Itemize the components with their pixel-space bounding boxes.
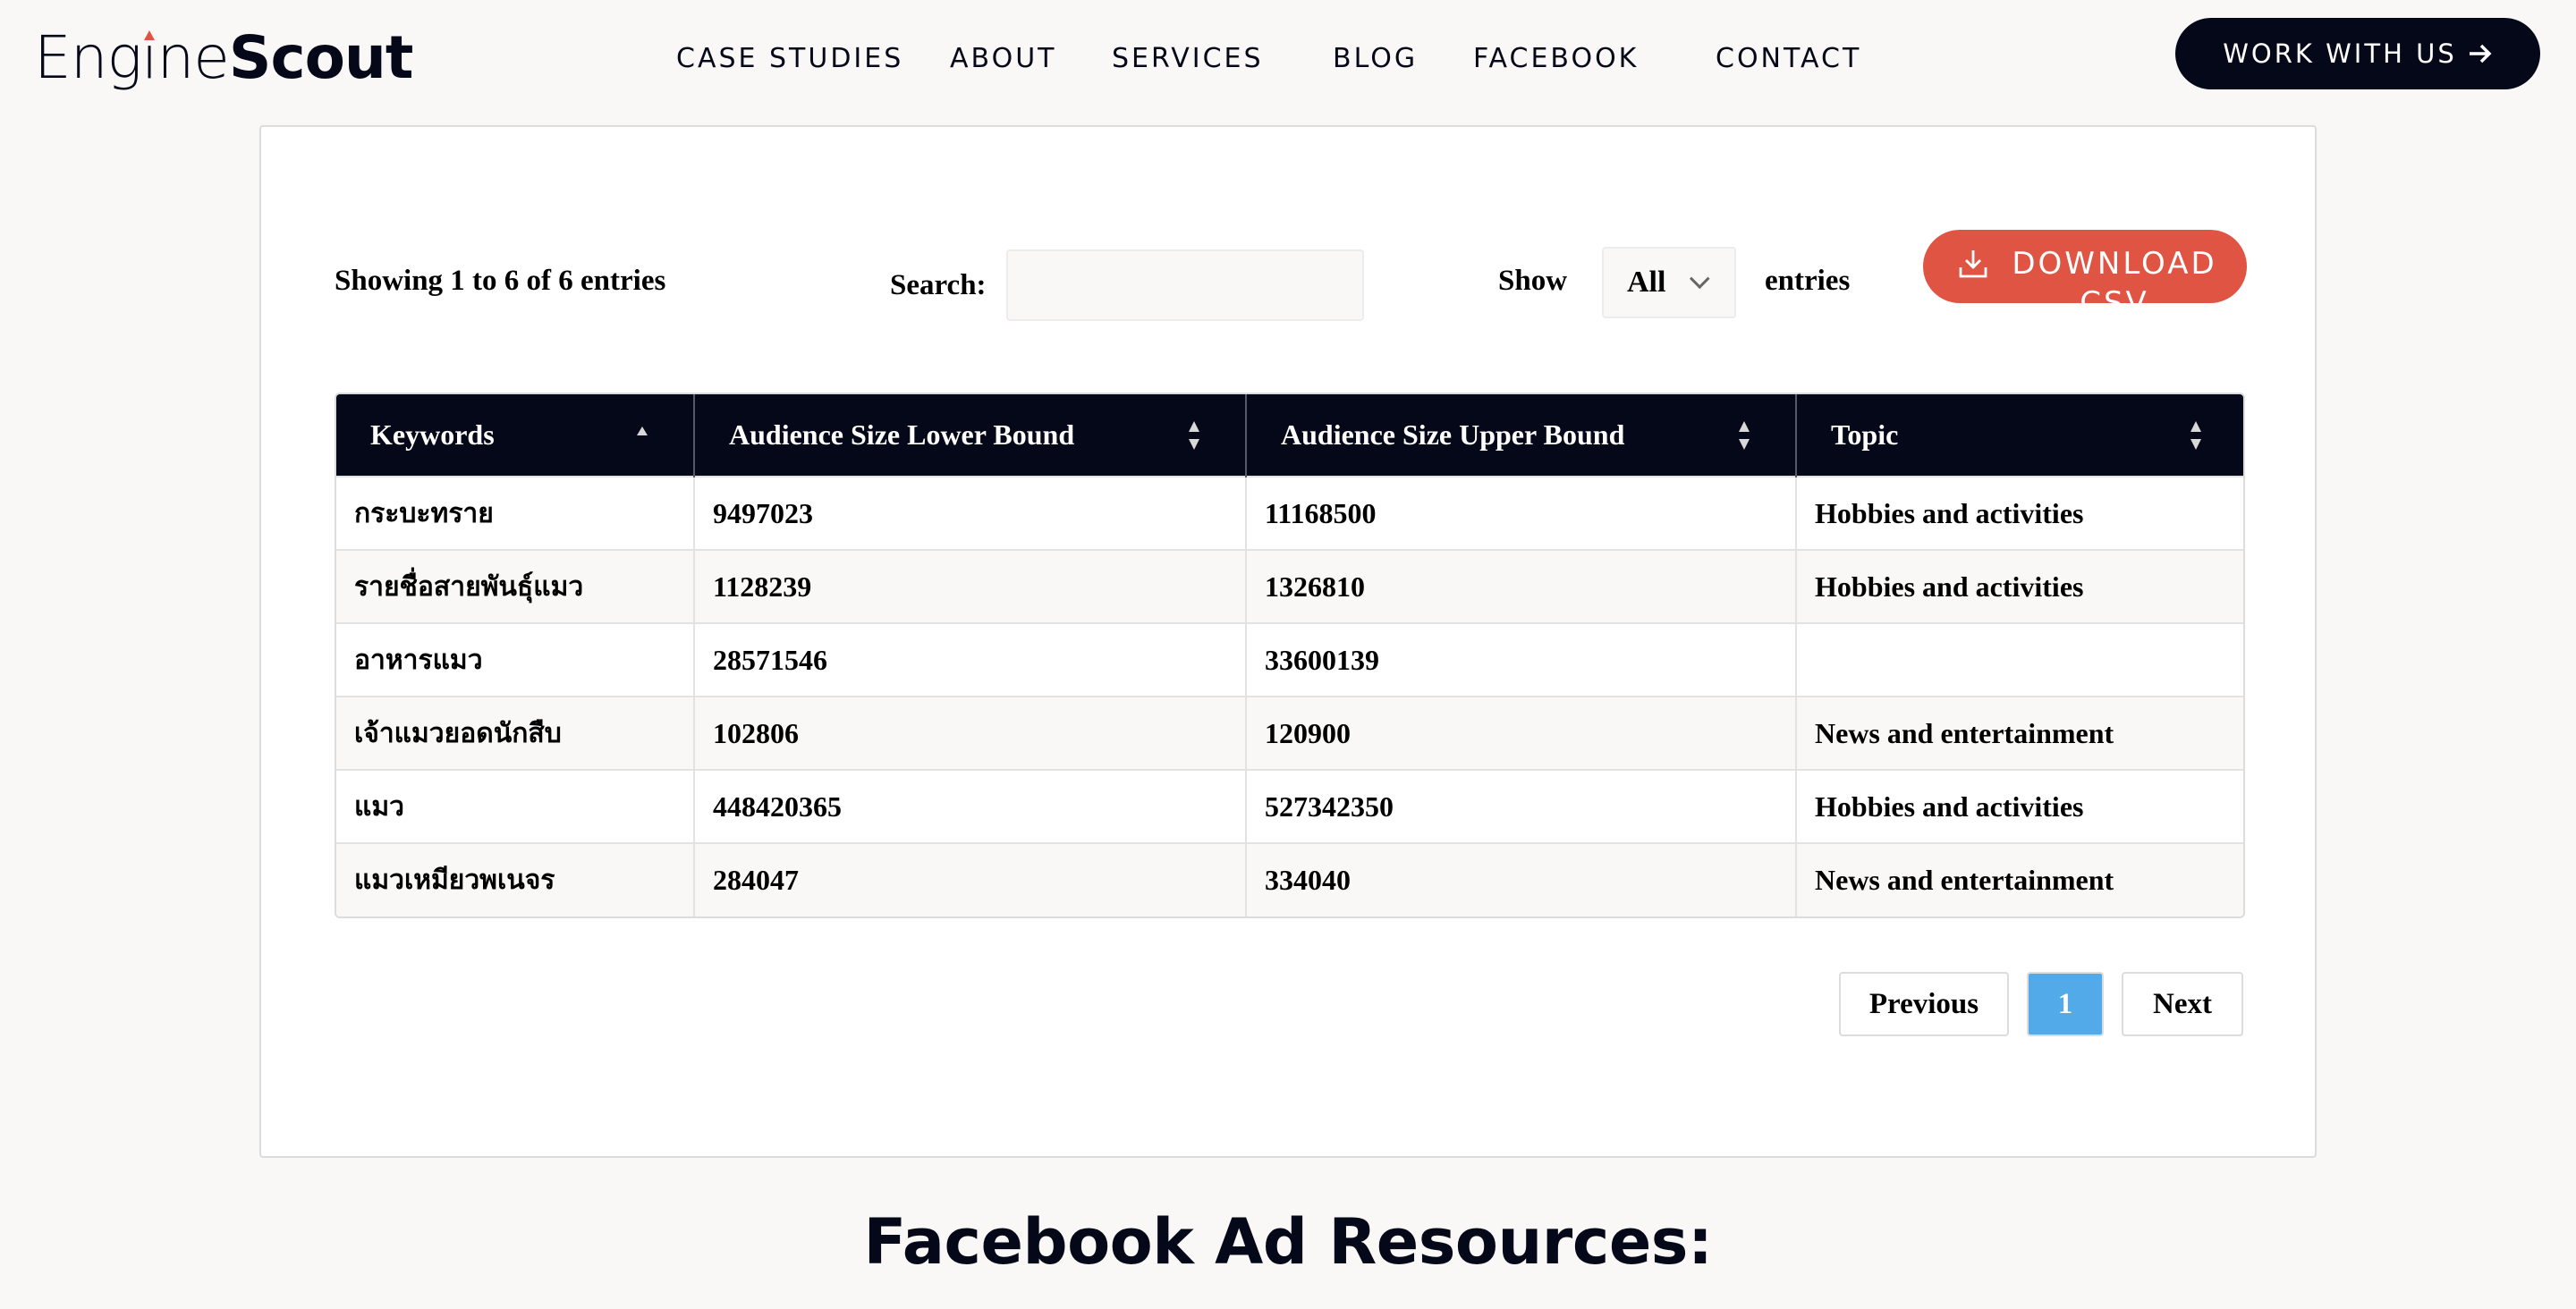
column-label: Topic <box>1831 418 1899 451</box>
column-header-lower-bound[interactable]: Audience Size Lower Bound <box>694 394 1247 477</box>
download-icon <box>1959 250 1987 278</box>
chevron-down-icon <box>1690 268 1711 290</box>
nav-case-studies[interactable]: CASE STUDIES <box>676 39 903 79</box>
cell-topic: News and entertainment <box>1796 696 2243 770</box>
table-header-row: Keywords Audience Size Lower Bound Audie… <box>336 394 2243 477</box>
cell-topic: News and entertainment <box>1796 842 2243 916</box>
entries-label: entries <box>1765 265 1851 297</box>
cell-topic: Hobbies and activities <box>1796 476 2243 550</box>
column-label: Keywords <box>370 418 495 451</box>
page-1-button[interactable]: 1 <box>2027 972 2104 1036</box>
cell-keyword: อาหารแมว <box>336 622 695 697</box>
search-label: Search: <box>890 269 987 301</box>
table-row: กระบะทราย 9497023 11168500 Hobbies and a… <box>336 476 2243 550</box>
sort-asc-icon <box>637 426 648 435</box>
cell-upper-bound: 120900 <box>1246 696 1797 770</box>
show-label: Show <box>1498 265 1568 297</box>
cell-upper-bound: 11168500 <box>1246 476 1797 550</box>
sort-both-icon <box>1739 420 1750 450</box>
column-label: Audience Size Upper Bound <box>1281 418 1625 451</box>
cell-keyword: รายชื่อสายพันธุ์แมว <box>336 549 695 623</box>
cell-lower-bound: 1128239 <box>694 549 1247 623</box>
nav-facebook[interactable]: FACEBOOK <box>1473 39 1639 79</box>
work-with-us-button[interactable]: WORK WITH US <box>2175 18 2540 89</box>
table-row: อาหารแมว 28571546 33600139 <box>336 622 2243 697</box>
cell-lower-bound: 284047 <box>694 842 1247 916</box>
next-page-button[interactable]: Next <box>2122 972 2243 1036</box>
cell-upper-bound: 33600139 <box>1246 622 1797 697</box>
arrow-right-icon <box>2469 44 2492 63</box>
column-header-keywords[interactable]: Keywords <box>336 394 695 477</box>
cell-lower-bound: 102806 <box>694 696 1247 770</box>
nav-contact[interactable]: CONTACT <box>1716 39 1861 79</box>
cell-lower-bound: 28571546 <box>694 622 1247 697</box>
keywords-table: Keywords Audience Size Lower Bound Audie… <box>335 393 2245 918</box>
sort-both-icon <box>2190 420 2201 450</box>
download-csv-label: DOWNLOAD CSV <box>2012 246 2217 303</box>
column-header-topic[interactable]: Topic <box>1796 394 2243 477</box>
pagination: Previous 1 Next <box>1839 972 2243 1036</box>
cell-keyword: แมวเหมียวพเนจร <box>336 842 695 916</box>
nav-blog[interactable]: BLOG <box>1333 39 1418 79</box>
cell-upper-bound: 1326810 <box>1246 549 1797 623</box>
sort-both-icon <box>1189 420 1199 450</box>
cell-topic: Hobbies and activities <box>1796 769 2243 843</box>
table-row: เจ้าแมวยอดนักสืบ 102806 120900 News and … <box>336 696 2243 770</box>
cell-keyword: กระบะทราย <box>336 476 695 550</box>
section-heading: Facebook Ad Resources: <box>863 1205 1713 1279</box>
cell-keyword: เจ้าแมวยอดนักสืบ <box>336 696 695 770</box>
cell-upper-bound: 527342350 <box>1246 769 1797 843</box>
cell-lower-bound: 9497023 <box>694 476 1247 550</box>
table-row: แมวเหมียวพเนจร 284047 334040 News and en… <box>336 842 2243 916</box>
search-input[interactable] <box>1006 249 1364 321</box>
cell-upper-bound: 334040 <box>1246 842 1797 916</box>
table-info: Showing 1 to 6 of 6 entries <box>335 265 666 297</box>
table-row: รายชื่อสายพันธุ์แมว 1128239 1326810 Hobb… <box>336 549 2243 623</box>
cell-lower-bound: 448420365 <box>694 769 1247 843</box>
cell-topic <box>1796 622 2243 697</box>
table-row: แมว 448420365 527342350 Hobbies and acti… <box>336 769 2243 843</box>
work-with-us-label: WORK WITH US <box>2223 38 2457 69</box>
download-csv-button[interactable]: DOWNLOAD CSV <box>1923 230 2247 303</box>
cell-keyword: แมว <box>336 769 695 843</box>
column-header-upper-bound[interactable]: Audience Size Upper Bound <box>1246 394 1797 477</box>
keyword-table-card: Showing 1 to 6 of 6 entries Search: Show… <box>259 125 2317 1158</box>
page-length-select[interactable]: All <box>1602 247 1736 318</box>
cell-topic: Hobbies and activities <box>1796 549 2243 623</box>
previous-page-button[interactable]: Previous <box>1839 972 2009 1036</box>
nav-services[interactable]: SERVICES <box>1112 39 1264 79</box>
column-label: Audience Size Lower Bound <box>729 418 1075 451</box>
nav-about[interactable]: ABOUT <box>950 39 1056 79</box>
page-length-value: All <box>1627 266 1666 299</box>
